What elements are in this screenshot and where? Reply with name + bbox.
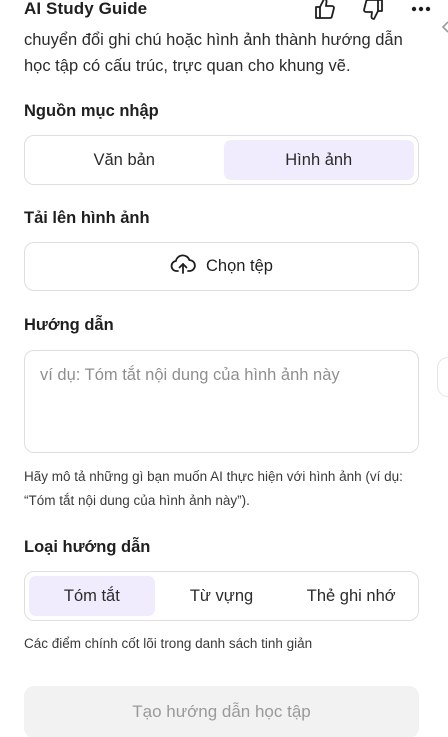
intro-text: chuyển đổi ghi chú hoặc hình ảnh thành h… <box>24 31 403 75</box>
guide-type-summary[interactable]: Tóm tắt <box>29 576 155 616</box>
source-label: Nguồn mục nhập <box>24 102 159 120</box>
guide-type-vocabulary[interactable]: Từ vựng <box>159 576 285 616</box>
thumbs-down-icon[interactable] <box>360 0 386 22</box>
header-actions <box>312 0 434 22</box>
upload-label: Tải lên hình ảnh <box>24 209 150 227</box>
side-panel-handle[interactable] <box>437 357 448 397</box>
guide-type-label: Loại hướng dẫn <box>24 538 151 556</box>
guide-type-description: Các điểm chính cốt lõi trong danh sách t… <box>24 636 313 651</box>
generate-study-guide-button[interactable]: Tạo hướng dẫn học tập <box>24 686 419 737</box>
cloud-upload-icon <box>170 253 196 280</box>
source-option-image[interactable]: Hình ảnh <box>223 140 414 180</box>
guide-type-flashcards[interactable]: Thẻ ghi nhớ <box>288 576 414 616</box>
source-option-text[interactable]: Văn bản <box>29 140 220 180</box>
instructions-help: Hãy mô tả những gì bạn muốn AI thực hiện… <box>24 469 403 508</box>
instructions-input[interactable] <box>24 350 419 453</box>
choose-file-label: Chọn tệp <box>206 257 273 275</box>
thumbs-up-icon[interactable] <box>312 0 338 22</box>
more-options-icon[interactable] <box>408 0 434 22</box>
header: AI Study Guide <box>24 0 434 22</box>
instructions-label: Hướng dẫn <box>24 316 114 334</box>
guide-type-selector: Tóm tắt Từ vựng Thẻ ghi nhớ <box>24 571 419 621</box>
choose-file-button[interactable]: Chọn tệp <box>24 242 419 291</box>
source-selector: Văn bản Hình ảnh <box>24 135 419 185</box>
study-guide-panel: AI Study Guide chuyển đổi ghi chú hoặc h… <box>0 0 448 737</box>
app-title: AI Study Guide <box>24 0 148 18</box>
panel-edge-chevron-icon <box>440 18 448 42</box>
